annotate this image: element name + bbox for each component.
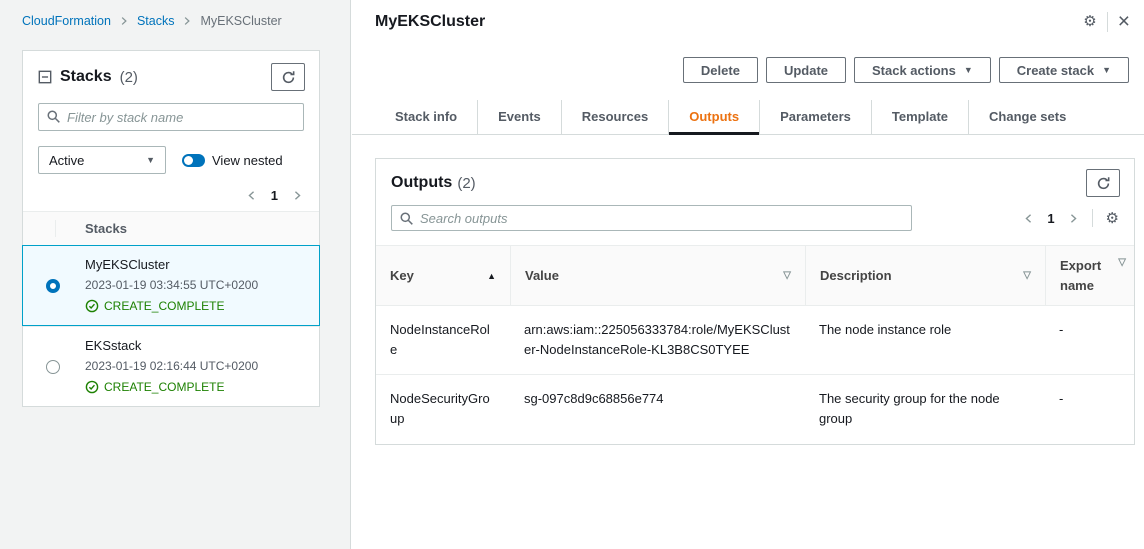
radio-unselected-icon[interactable] bbox=[46, 360, 60, 374]
view-nested-toggle[interactable] bbox=[182, 154, 205, 167]
breadcrumb-current: MyEKSCluster bbox=[200, 14, 281, 28]
outputs-panel: Outputs (2) 1 ⚙ bbox=[375, 158, 1135, 445]
collapse-panel-icon[interactable] bbox=[38, 70, 52, 84]
filter-icon[interactable]: ▽ bbox=[1118, 255, 1126, 270]
breadcrumb-stacks[interactable]: Stacks bbox=[137, 14, 175, 28]
filter-icon[interactable]: ▽ bbox=[1023, 270, 1031, 281]
output-value: arn:aws:iam::225056333784:role/MyEKSClus… bbox=[510, 306, 805, 374]
tab-stack-info[interactable]: Stack info bbox=[375, 100, 477, 134]
divider bbox=[1107, 12, 1108, 32]
outputs-count: (2) bbox=[457, 175, 475, 192]
chevron-down-icon: ▼ bbox=[964, 65, 973, 75]
chevron-right-icon bbox=[182, 16, 192, 26]
column-header-key[interactable]: Key ▲ bbox=[376, 246, 510, 305]
chevron-down-icon: ▼ bbox=[1102, 65, 1111, 75]
create-stack-button[interactable]: Create stack▼ bbox=[999, 57, 1129, 83]
breadcrumb: CloudFormation Stacks MyEKSCluster bbox=[0, 0, 350, 28]
next-page-icon[interactable] bbox=[292, 190, 303, 201]
next-page-icon[interactable] bbox=[1068, 213, 1079, 224]
stacks-pagination: 1 bbox=[39, 188, 303, 203]
output-key: NodeInstanceRole bbox=[376, 306, 510, 374]
table-row[interactable]: NodeSecurityGroup sg-097c8d9c68856e774 T… bbox=[376, 375, 1134, 443]
output-description: The security group for the node group bbox=[805, 375, 1045, 443]
refresh-icon bbox=[281, 70, 296, 85]
page-number[interactable]: 1 bbox=[271, 188, 278, 203]
outputs-header: Outputs (2) bbox=[376, 159, 1134, 205]
outputs-search bbox=[391, 205, 912, 231]
outputs-title: Outputs bbox=[391, 174, 452, 192]
output-value: sg-097c8d9c68856e774 bbox=[510, 375, 805, 443]
tab-change-sets[interactable]: Change sets bbox=[968, 100, 1086, 134]
outputs-table-header: Key ▲ Value ▽ Description ▽ Export name … bbox=[376, 245, 1134, 306]
page-title: MyEKSCluster bbox=[375, 13, 485, 31]
tab-parameters[interactable]: Parameters bbox=[759, 100, 871, 134]
refresh-stacks-button[interactable] bbox=[271, 63, 305, 91]
previous-page-icon[interactable] bbox=[1023, 213, 1034, 224]
output-export-name: - bbox=[1045, 375, 1134, 443]
chevron-right-icon bbox=[119, 16, 129, 26]
output-key: NodeSecurityGroup bbox=[376, 375, 510, 443]
refresh-icon bbox=[1096, 176, 1111, 191]
stack-status-select[interactable]: Active ▼ bbox=[38, 146, 166, 174]
stack-timestamp: 2023-01-19 02:16:44 UTC+0200 bbox=[85, 359, 305, 373]
preferences-gear-icon[interactable]: ⚙ bbox=[1106, 211, 1119, 226]
view-nested-toggle-wrap[interactable]: View nested bbox=[182, 153, 283, 168]
stack-filter bbox=[38, 103, 304, 131]
main-header: MyEKSCluster ⚙ × bbox=[352, 0, 1144, 32]
stack-row-myekscluster[interactable]: MyEKSCluster 2023-01-19 03:34:55 UTC+020… bbox=[22, 245, 320, 326]
stack-row-eksstack[interactable]: EKSstack 2023-01-19 02:16:44 UTC+0200 CR… bbox=[23, 326, 319, 406]
tab-events[interactable]: Events bbox=[477, 100, 561, 134]
stack-name[interactable]: MyEKSCluster bbox=[85, 257, 305, 272]
stack-controls: Active ▼ View nested bbox=[38, 146, 304, 174]
stack-detail-tabs: Stack info Events Resources Outputs Para… bbox=[352, 100, 1144, 135]
check-circle-icon bbox=[85, 380, 99, 394]
column-header-export-name[interactable]: Export name ▽ bbox=[1045, 246, 1134, 305]
stack-filter-input[interactable] bbox=[38, 103, 304, 131]
search-icon bbox=[46, 109, 61, 124]
stack-status-value: Active bbox=[49, 153, 84, 168]
stack-actions-row: Delete Update Stack actions▼ Create stac… bbox=[352, 32, 1144, 83]
filter-icon[interactable]: ▽ bbox=[783, 270, 791, 281]
tab-outputs[interactable]: Outputs bbox=[668, 100, 759, 134]
stacks-list-header: Stacks bbox=[23, 211, 319, 245]
breadcrumb-cloudformation[interactable]: CloudFormation bbox=[22, 14, 111, 28]
outputs-toolbar: 1 ⚙ bbox=[376, 205, 1134, 245]
divider bbox=[1092, 209, 1093, 227]
column-header-description[interactable]: Description ▽ bbox=[805, 246, 1045, 305]
sort-ascending-icon[interactable]: ▲ bbox=[487, 271, 496, 281]
table-row[interactable]: NodeInstanceRole arn:aws:iam::2250563337… bbox=[376, 306, 1134, 375]
stacks-panel-header: Stacks (2) bbox=[23, 51, 319, 101]
stacks-panel: Stacks (2) Active ▼ View nested bbox=[22, 50, 320, 407]
sidebar-region: CloudFormation Stacks MyEKSCluster Stack… bbox=[0, 0, 351, 549]
stack-status: CREATE_COMPLETE bbox=[85, 299, 305, 313]
outputs-table: Key ▲ Value ▽ Description ▽ Export name … bbox=[376, 245, 1134, 444]
output-description: The node instance role bbox=[805, 306, 1045, 374]
stacks-panel-title: Stacks bbox=[60, 68, 112, 86]
stack-timestamp: 2023-01-19 03:34:55 UTC+0200 bbox=[85, 278, 305, 292]
chevron-down-icon: ▼ bbox=[146, 155, 155, 165]
previous-page-icon[interactable] bbox=[246, 190, 257, 201]
column-header-value[interactable]: Value ▽ bbox=[510, 246, 805, 305]
delete-button[interactable]: Delete bbox=[683, 57, 758, 83]
view-nested-label: View nested bbox=[212, 153, 283, 168]
page-number[interactable]: 1 bbox=[1047, 211, 1054, 226]
stacks-count: (2) bbox=[120, 69, 138, 86]
outputs-search-input[interactable] bbox=[391, 205, 912, 231]
stack-actions-button[interactable]: Stack actions▼ bbox=[854, 57, 991, 83]
radio-selected-icon[interactable] bbox=[46, 279, 60, 293]
tab-template[interactable]: Template bbox=[871, 100, 968, 134]
cloudformation-console: CloudFormation Stacks MyEKSCluster Stack… bbox=[0, 0, 1144, 549]
close-icon[interactable]: × bbox=[1118, 11, 1130, 32]
refresh-outputs-button[interactable] bbox=[1086, 169, 1120, 197]
output-export-name: - bbox=[1045, 306, 1134, 374]
stack-name[interactable]: EKSstack bbox=[85, 338, 305, 353]
search-icon bbox=[399, 211, 414, 226]
tab-resources[interactable]: Resources bbox=[561, 100, 668, 134]
settings-gear-icon[interactable]: ⚙ bbox=[1083, 14, 1096, 29]
check-circle-icon bbox=[85, 299, 99, 313]
stack-status: CREATE_COMPLETE bbox=[85, 380, 305, 394]
update-button[interactable]: Update bbox=[766, 57, 846, 83]
main-region: MyEKSCluster ⚙ × Delete Update Stack act… bbox=[352, 0, 1144, 549]
